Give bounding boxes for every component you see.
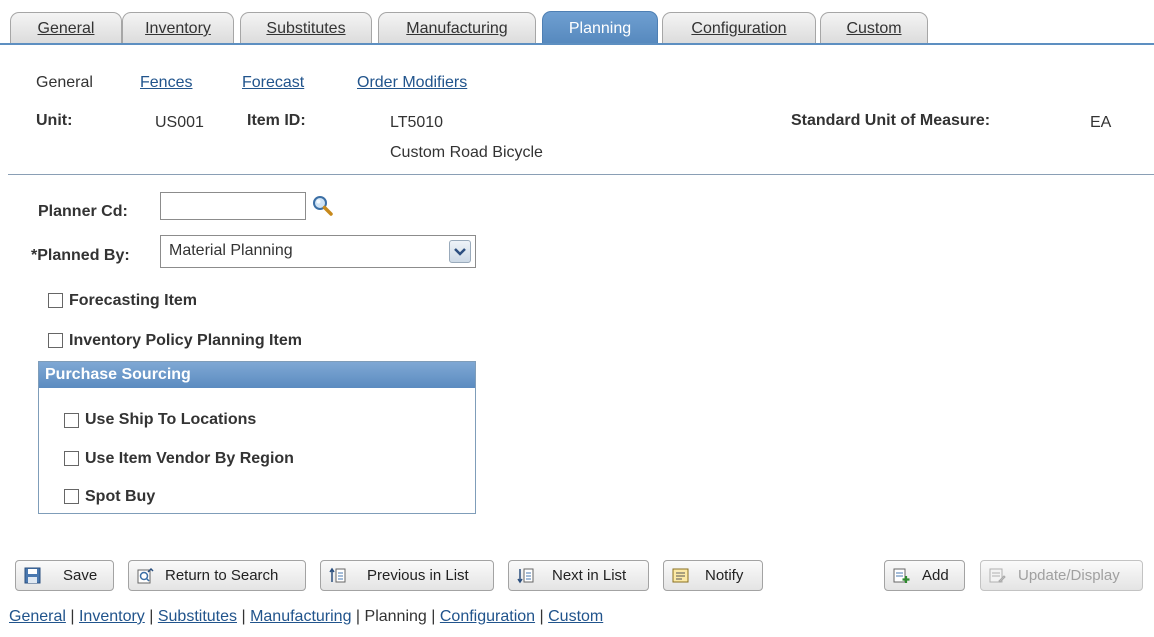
tab-configuration[interactable]: Configuration xyxy=(662,12,816,43)
unit-label: Unit: xyxy=(36,112,73,129)
previous-arrow-icon xyxy=(329,567,346,584)
uom-label: Standard Unit of Measure: xyxy=(791,112,991,129)
unit-value: US001 xyxy=(155,114,204,131)
update-display-icon xyxy=(989,567,1006,584)
tab-bar: General Inventory Substitutes Manufactur… xyxy=(0,0,1154,45)
item-description: Custom Road Bicycle xyxy=(390,144,543,161)
notify-button[interactable]: Notify xyxy=(663,560,763,591)
subnav-link-forecast[interactable]: Forecast xyxy=(242,74,304,92)
item-id-value: LT5010 xyxy=(390,114,444,131)
tab-planning[interactable]: Planning xyxy=(542,11,658,45)
forecasting-item-checkbox[interactable] xyxy=(48,293,63,308)
search-icon[interactable] xyxy=(311,194,335,218)
use-item-vendor-label: Use Item Vendor By Region xyxy=(85,450,294,467)
footer-link-inventory[interactable]: Inventory xyxy=(79,608,145,625)
tab-manufacturing[interactable]: Manufacturing xyxy=(378,12,536,43)
forecasting-item-label: Forecasting Item xyxy=(69,292,198,309)
inventory-policy-checkbox[interactable] xyxy=(48,333,63,348)
notify-icon xyxy=(672,567,689,584)
subnav-current: General xyxy=(36,74,93,91)
tab-substitutes[interactable]: Substitutes xyxy=(240,12,372,43)
return-search-icon xyxy=(137,567,154,584)
planner-cd-label: Planner Cd: xyxy=(38,203,128,220)
tab-general[interactable]: General xyxy=(10,12,122,43)
use-ship-to-checkbox[interactable] xyxy=(64,413,79,428)
planner-cd-input[interactable] xyxy=(160,192,306,220)
tab-underline xyxy=(0,43,1154,45)
footer-link-substitutes[interactable]: Substitutes xyxy=(158,608,237,625)
planned-by-select[interactable]: Material Planning xyxy=(160,235,476,268)
return-to-search-button[interactable]: Return to Search xyxy=(128,560,306,591)
footer-link-custom[interactable]: Custom xyxy=(548,608,603,625)
add-button[interactable]: Add xyxy=(884,560,965,591)
use-ship-to-label: Use Ship To Locations xyxy=(85,411,257,428)
footer-link-general[interactable]: General xyxy=(9,608,66,625)
divider xyxy=(8,174,1154,175)
tab-inventory[interactable]: Inventory xyxy=(122,12,234,43)
inventory-policy-label: Inventory Policy Planning Item xyxy=(69,332,302,349)
spot-buy-checkbox[interactable] xyxy=(64,489,79,504)
tab-custom[interactable]: Custom xyxy=(820,12,928,43)
footer-link-manufacturing[interactable]: Manufacturing xyxy=(250,608,351,625)
update-display-button[interactable]: Update/Display xyxy=(980,560,1143,591)
item-id-label: Item ID: xyxy=(247,112,306,129)
planned-by-label: *Planned By: xyxy=(31,247,130,264)
subnav-link-fences[interactable]: Fences xyxy=(140,74,192,92)
subnav-link-order-modifiers[interactable]: Order Modifiers xyxy=(357,74,467,92)
next-in-list-button[interactable]: Next in List xyxy=(508,560,649,591)
add-icon xyxy=(893,567,910,584)
footer-current-planning: Planning xyxy=(364,608,427,625)
footer-nav: General | Inventory | Substitutes | Manu… xyxy=(9,608,604,625)
planned-by-value: Material Planning xyxy=(169,242,293,259)
purchase-sourcing-title: Purchase Sourcing xyxy=(39,362,475,388)
next-arrow-icon xyxy=(517,567,534,584)
floppy-disk-icon xyxy=(24,567,41,584)
spot-buy-label: Spot Buy xyxy=(85,488,156,505)
use-item-vendor-checkbox[interactable] xyxy=(64,451,79,466)
previous-in-list-button[interactable]: Previous in List xyxy=(320,560,494,591)
uom-value: EA xyxy=(1090,114,1112,131)
chevron-down-icon[interactable] xyxy=(449,240,471,263)
footer-link-configuration[interactable]: Configuration xyxy=(440,608,535,625)
save-button[interactable]: Save xyxy=(15,560,114,591)
